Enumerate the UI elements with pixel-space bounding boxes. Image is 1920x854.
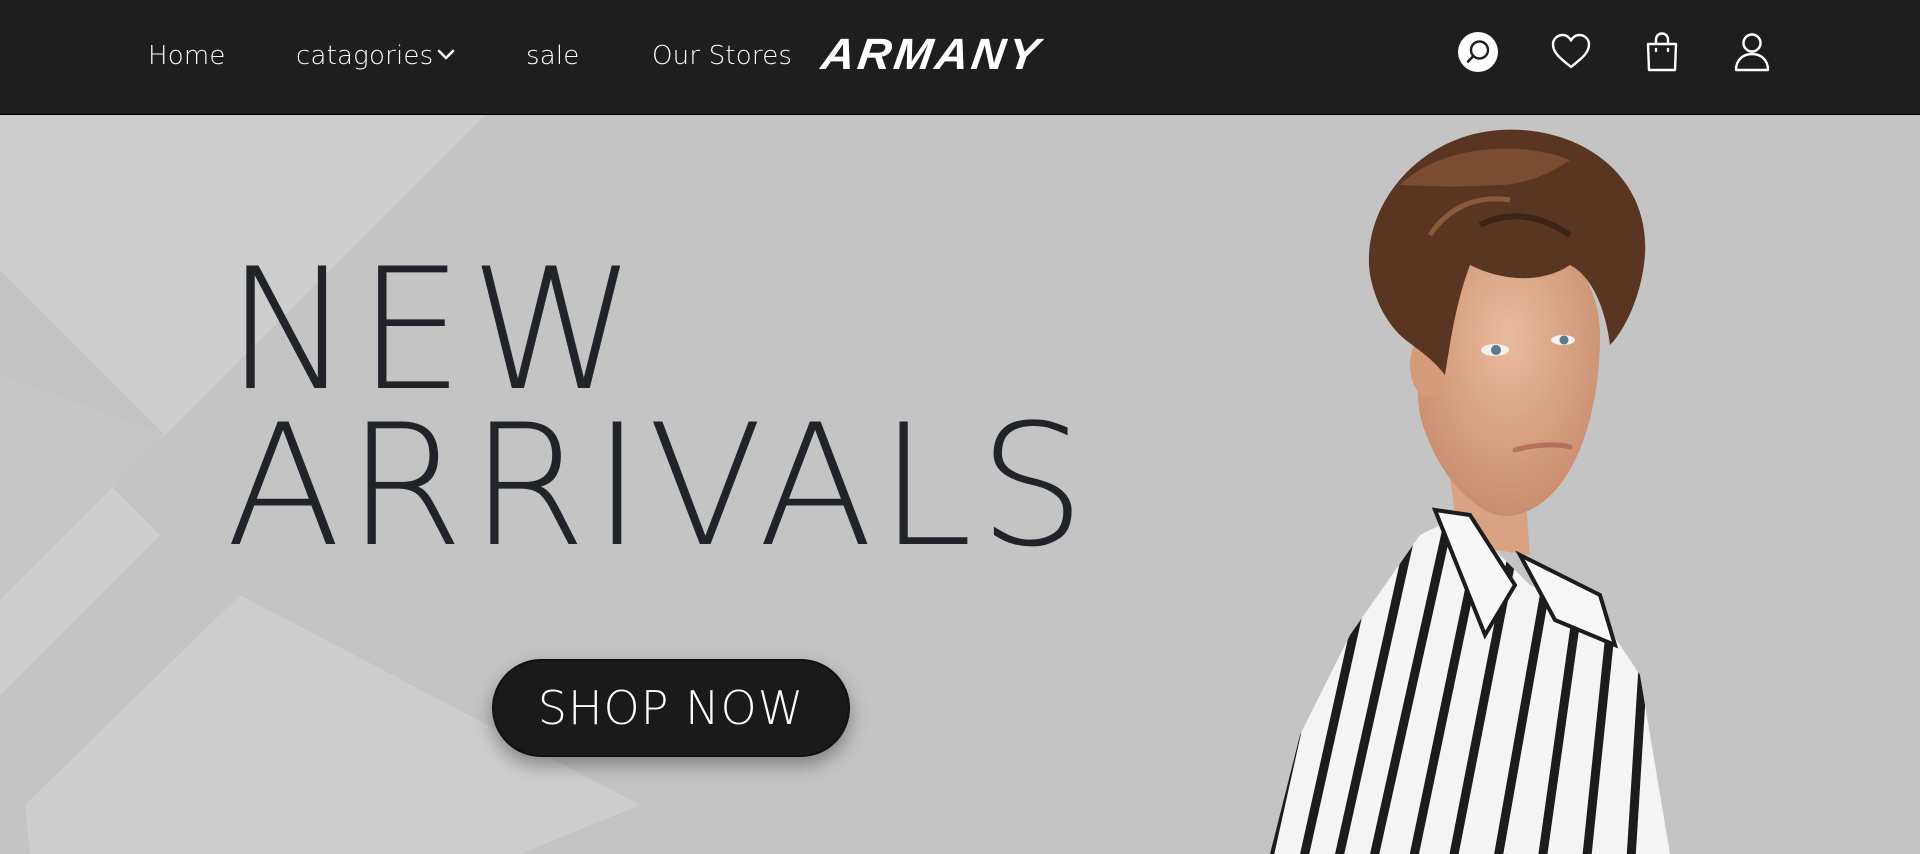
chevron-down-icon <box>438 49 455 59</box>
brand-logo[interactable]: ARMANY <box>819 29 1101 78</box>
nav-link-our-stores[interactable]: Our Stores <box>652 38 792 74</box>
nav-link-home[interactable]: Home <box>148 38 226 74</box>
model-photo <box>1270 129 1670 854</box>
top-navbar: Home catagories sale Our Stores ARMANY <box>0 0 1920 115</box>
user-icon[interactable] <box>1730 30 1774 74</box>
shopping-bag-icon[interactable] <box>1640 30 1684 74</box>
headline-line-1: NEW <box>226 232 642 428</box>
nav-link-sale[interactable]: sale <box>526 38 580 74</box>
hero-banner: NEW ARRIVALS SHOP NOW <box>0 115 1920 854</box>
shop-now-button[interactable]: SHOP NOW <box>492 659 850 757</box>
hero-headline: NEW ARRIVALS <box>226 232 1092 584</box>
heart-icon[interactable] <box>1549 30 1593 74</box>
nav-link-categories-label: catagories <box>296 41 434 71</box>
nav-link-categories[interactable]: catagories <box>296 38 455 74</box>
search-icon[interactable] <box>1456 30 1500 74</box>
headline-line-2: ARRIVALS <box>226 388 1092 584</box>
